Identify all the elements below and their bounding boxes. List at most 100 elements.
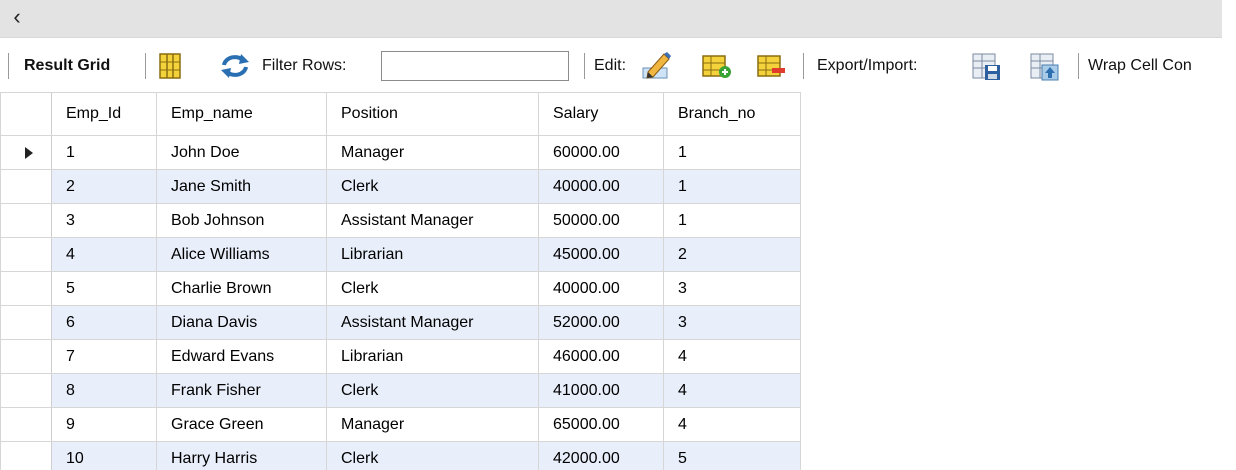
table-cell[interactable]: Grace Green — [156, 407, 327, 442]
table-cell[interactable]: Assistant Manager — [326, 305, 539, 340]
table-cell[interactable]: 42000.00 — [538, 441, 664, 470]
table-cell[interactable]: John Doe — [156, 135, 327, 170]
table-cell[interactable]: Librarian — [326, 237, 539, 272]
table-cell[interactable]: 3 — [663, 271, 801, 306]
table-cell[interactable]: Bob Johnson — [156, 203, 327, 238]
table-cell[interactable]: 7 — [51, 339, 157, 374]
grid-right-margin — [1222, 92, 1236, 470]
toolbar-separator — [803, 53, 804, 79]
import-icon[interactable] — [1028, 50, 1060, 82]
table-cell[interactable]: 4 — [51, 237, 157, 272]
delete-row-icon[interactable] — [755, 50, 787, 82]
export-icon[interactable] — [970, 50, 1002, 82]
table-cell[interactable]: Charlie Brown — [156, 271, 327, 306]
table-cell[interactable]: 3 — [663, 305, 801, 340]
grid-layout-icon[interactable] — [158, 52, 182, 80]
add-row-icon[interactable] — [700, 50, 732, 82]
table-cell[interactable]: Librarian — [326, 339, 539, 374]
toolbar-separator — [8, 53, 9, 79]
result-toolbar: Result Grid Filter Rows: Edit: Export/Im… — [0, 40, 1236, 92]
table-cell[interactable]: Clerk — [326, 441, 539, 470]
table-row[interactable]: 10 Harry Harris Clerk 42000.00 5 — [0, 441, 801, 470]
toolbar-separator — [1078, 53, 1079, 79]
table-cell[interactable]: 8 — [51, 373, 157, 408]
table-cell[interactable]: Clerk — [326, 373, 539, 408]
table-cell[interactable]: Frank Fisher — [156, 373, 327, 408]
table-cell[interactable]: 3 — [51, 203, 157, 238]
row-header[interactable] — [0, 135, 52, 170]
table-cell[interactable]: 40000.00 — [538, 169, 664, 204]
table-cell[interactable]: 60000.00 — [538, 135, 664, 170]
result-grid-button[interactable]: Result Grid — [24, 52, 110, 80]
table-cell[interactable]: Assistant Manager — [326, 203, 539, 238]
column-header[interactable]: Emp_Id — [51, 92, 157, 136]
table-row[interactable]: 1 John Doe Manager 60000.00 1 — [0, 135, 801, 170]
row-header[interactable] — [0, 237, 52, 272]
table-cell[interactable]: Diana Davis — [156, 305, 327, 340]
table-cell[interactable]: Harry Harris — [156, 441, 327, 470]
table-cell[interactable]: Edward Evans — [156, 339, 327, 374]
wrap-cell-content-button[interactable]: Wrap Cell Con — [1088, 52, 1192, 80]
table-cell[interactable]: 4 — [663, 373, 801, 408]
table-cell[interactable]: 1 — [663, 135, 801, 170]
table-cell[interactable]: 46000.00 — [538, 339, 664, 374]
row-header[interactable] — [0, 203, 52, 238]
table-cell[interactable]: 9 — [51, 407, 157, 442]
table-cell[interactable]: 4 — [663, 407, 801, 442]
row-header[interactable] — [0, 339, 52, 374]
table-cell[interactable]: 6 — [51, 305, 157, 340]
export-import-label: Export/Import: — [817, 57, 918, 74]
table-cell[interactable]: Manager — [326, 407, 539, 442]
row-header[interactable] — [0, 169, 52, 204]
table-row[interactable]: 2 Jane Smith Clerk 40000.00 1 — [0, 169, 801, 204]
table-cell[interactable]: 1 — [51, 135, 157, 170]
row-header[interactable] — [0, 407, 52, 442]
table-row[interactable]: 4 Alice Williams Librarian 45000.00 2 — [0, 237, 801, 272]
table-cell[interactable]: 5 — [663, 441, 801, 470]
table-cell[interactable]: 5 — [51, 271, 157, 306]
current-row-arrow-icon — [25, 146, 33, 159]
table-cell[interactable]: Clerk — [326, 169, 539, 204]
table-cell[interactable]: 4 — [663, 339, 801, 374]
table-cell[interactable]: 1 — [663, 169, 801, 204]
toolbar-separator — [145, 53, 146, 79]
table-row[interactable]: 3 Bob Johnson Assistant Manager 50000.00 1 — [0, 203, 801, 238]
header-row: Emp_Id Emp_name Position Salary Branch_n… — [0, 92, 801, 136]
table-row[interactable]: 5 Charlie Brown Clerk 40000.00 3 — [0, 271, 801, 306]
row-header[interactable] — [0, 305, 52, 340]
edit-label-wrap: Edit: — [594, 52, 626, 80]
column-header[interactable]: Emp_name — [156, 92, 327, 136]
edit-label: Edit: — [594, 57, 627, 74]
row-header[interactable] — [0, 441, 52, 470]
table-cell[interactable]: 45000.00 — [538, 237, 664, 272]
edit-pencil-icon[interactable] — [640, 50, 672, 82]
table-cell[interactable]: 2 — [663, 237, 801, 272]
filter-rows-label: Filter Rows: — [262, 57, 347, 74]
table-cell[interactable]: Manager — [326, 135, 539, 170]
row-header[interactable] — [0, 271, 52, 306]
table-cell[interactable]: 1 — [663, 203, 801, 238]
table-cell[interactable]: Alice Williams — [156, 237, 327, 272]
row-header[interactable] — [0, 373, 52, 408]
table-row[interactable]: 6 Diana Davis Assistant Manager 52000.00 3 — [0, 305, 801, 340]
refresh-icon[interactable] — [218, 51, 252, 81]
table-cell[interactable]: 65000.00 — [538, 407, 664, 442]
table-cell[interactable]: 40000.00 — [538, 271, 664, 306]
column-header[interactable]: Salary — [538, 92, 664, 136]
table-row[interactable]: 8 Frank Fisher Clerk 41000.00 4 — [0, 373, 801, 408]
table-row[interactable]: 7 Edward Evans Librarian 46000.00 4 — [0, 339, 801, 374]
table-cell[interactable]: Jane Smith — [156, 169, 327, 204]
table-cell[interactable]: 10 — [51, 441, 157, 470]
table-cell[interactable]: 41000.00 — [538, 373, 664, 408]
table-cell[interactable]: Clerk — [326, 271, 539, 306]
column-header[interactable]: Position — [326, 92, 539, 136]
chevron-left-icon[interactable]: ‹ — [6, 4, 28, 30]
table-row[interactable]: 9 Grace Green Manager 65000.00 4 — [0, 407, 801, 442]
table-cell[interactable]: 50000.00 — [538, 203, 664, 238]
table-cell[interactable]: 2 — [51, 169, 157, 204]
toolbar-separator — [584, 53, 585, 79]
column-header[interactable]: Branch_no — [663, 92, 801, 136]
table-cell[interactable]: 52000.00 — [538, 305, 664, 340]
filter-rows-input[interactable] — [381, 51, 569, 81]
row-header-corner — [0, 92, 52, 136]
